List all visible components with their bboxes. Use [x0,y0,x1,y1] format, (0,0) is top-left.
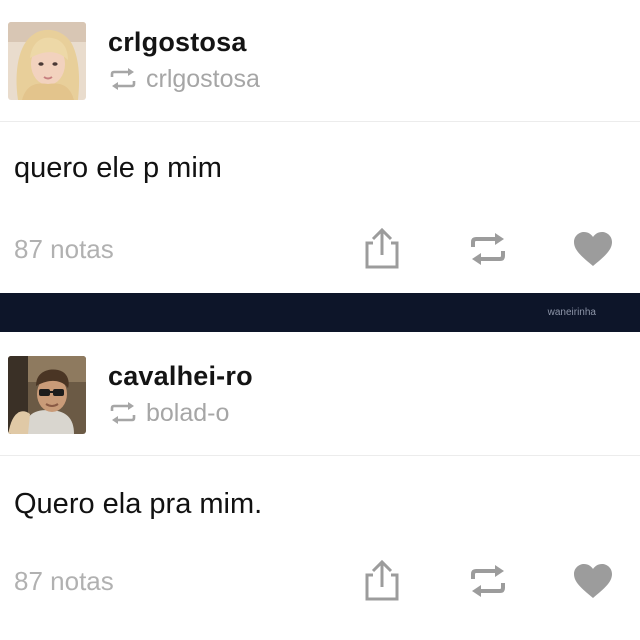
post-header: crlgostosa crlgostosa [0,0,640,122]
divider-band: waneirinha [0,293,640,332]
reblog-icon [471,233,505,265]
post-username[interactable]: cavalhei-ro [108,361,253,392]
post-text: quero ele p mim [14,152,222,184]
watermark: waneirinha [547,307,596,318]
share-button[interactable] [357,222,407,276]
reblog-button[interactable] [463,222,513,276]
post-text: Quero ela pra mim. [14,488,263,520]
post-username[interactable]: crlgostosa [108,27,247,58]
male-avatar-photo-icon [8,356,86,434]
reblog-attribution[interactable]: crlgostosa [108,64,260,94]
notes-count[interactable]: 87 notas [14,566,114,597]
post-header: cavalhei-ro bolad-o [0,332,640,456]
notes-count[interactable]: 87 notas [14,234,114,265]
share-icon [365,559,399,601]
reblog-attribution[interactable]: bolad-o [108,398,229,428]
reblog-button[interactable] [463,554,513,608]
post-card: crlgostosa crlgostosa quero ele p mim 87… [0,0,640,292]
like-button[interactable] [568,554,618,608]
heart-icon [574,564,612,598]
post-card: cavalhei-ro bolad-o Quero ela pra mim. 8… [0,332,640,640]
reblog-source: crlgostosa [146,64,260,93]
female-avatar-photo-icon [8,22,86,100]
post-footer: 87 notas [0,222,640,278]
post-footer: 87 notas [0,554,640,610]
reblog-icon [110,68,136,90]
reblog-icon [110,402,136,424]
reblog-icon [471,565,505,597]
avatar[interactable] [8,356,86,434]
avatar[interactable] [8,22,86,100]
share-icon [365,227,399,269]
like-button[interactable] [568,222,618,276]
heart-icon [574,232,612,266]
share-button[interactable] [357,554,407,608]
reblog-source: bolad-o [146,398,230,427]
